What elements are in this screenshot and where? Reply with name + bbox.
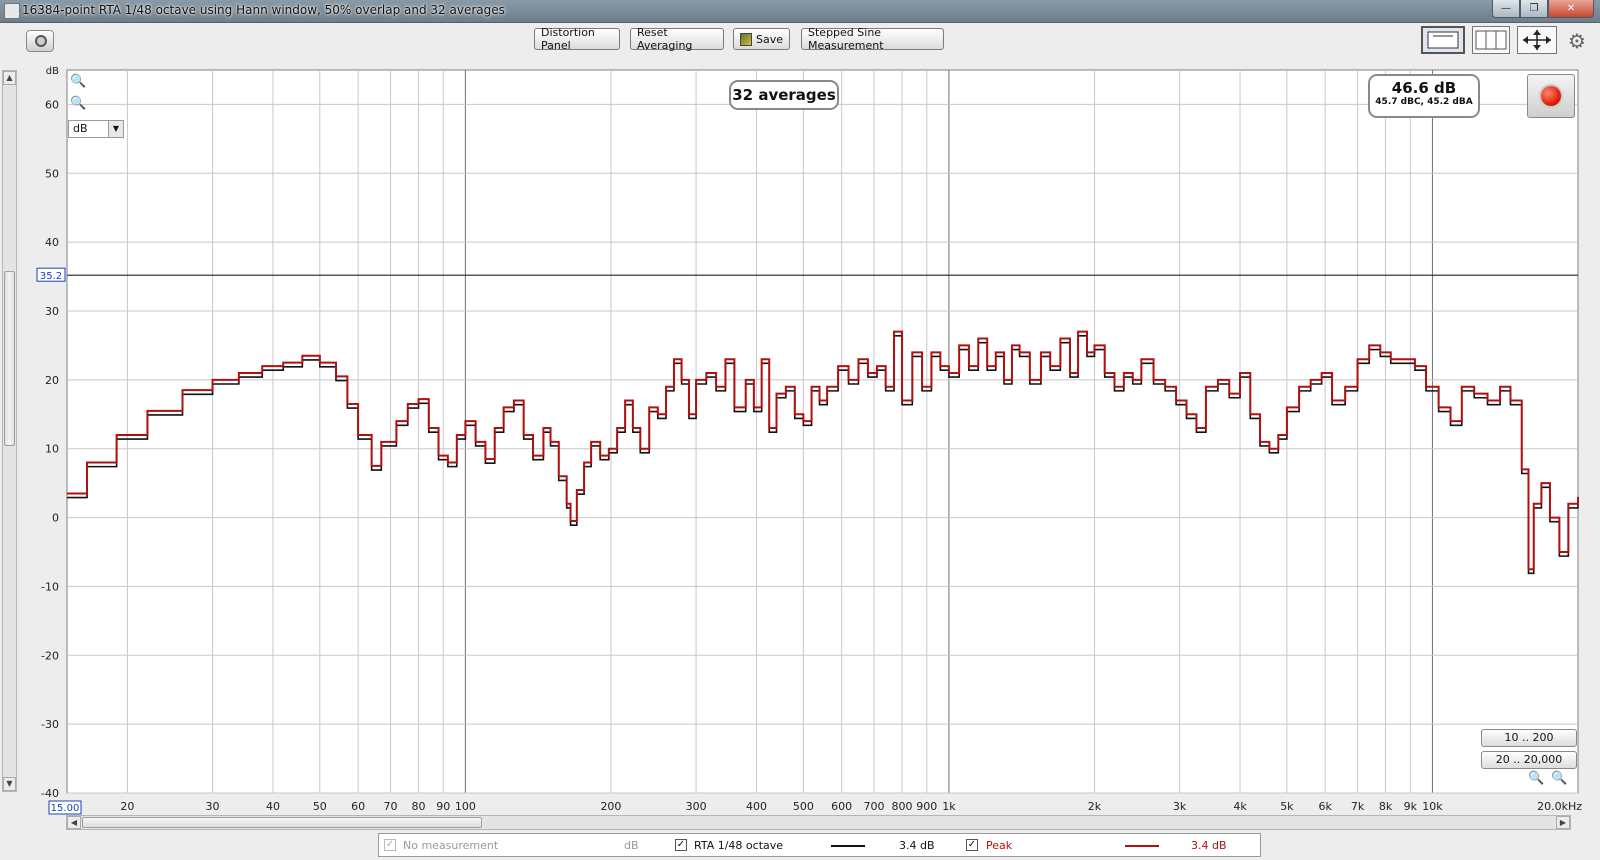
x-tick-label: 700	[864, 800, 885, 813]
legend-checkbox-rta[interactable]: ✓	[675, 839, 687, 851]
reset-averaging-button[interactable]: Reset Averaging	[630, 26, 724, 52]
y-tick-label: 40	[45, 236, 59, 249]
legend: ✓ No measurement dB ✓ RTA 1/48 octave 3.…	[378, 833, 1261, 857]
y-tick-label: 60	[45, 98, 59, 111]
x-tick-label: 8k	[1379, 800, 1393, 813]
zoom-in-icon-x[interactable]: 🔍	[1528, 771, 1544, 786]
unit-select[interactable]: dB ▼	[68, 120, 124, 138]
app-icon	[4, 3, 20, 19]
legend-checkbox-peak[interactable]: ✓	[966, 839, 978, 851]
columns-glyph	[1475, 30, 1507, 50]
x-tick-label: 9k	[1404, 800, 1418, 813]
x-tick-label: 100	[455, 800, 476, 813]
x-tick-label: 400	[746, 800, 767, 813]
gear-icon[interactable]: ⚙	[1568, 29, 1586, 53]
legend-value-rta: 3.4 dB	[899, 839, 935, 852]
single-layout-glyph	[1427, 31, 1459, 49]
save-icon	[740, 32, 752, 46]
minimize-button[interactable]: —	[1492, 0, 1520, 18]
x-tick-label: 500	[793, 800, 814, 813]
y-tick-label: -20	[41, 649, 59, 662]
zoom-out-icon-x[interactable]: 🔍	[1551, 771, 1567, 786]
y-tick-label: 10	[45, 443, 59, 456]
x-tick-label: 4k	[1233, 800, 1247, 813]
y-tick-label: 0	[52, 512, 59, 525]
fit-arrows-glyph	[1523, 30, 1551, 50]
x-tick-label: 60	[351, 800, 365, 813]
x-tick-label: 2k	[1088, 800, 1102, 813]
fit-arrows-icon[interactable]	[1517, 26, 1557, 54]
single-layout-icon[interactable]	[1421, 26, 1465, 54]
legend-label-rta: RTA 1/48 octave	[694, 839, 784, 852]
x-tick-label: 900	[916, 800, 937, 813]
x-tick-label: 5k	[1280, 800, 1294, 813]
y-tick-label: -40	[41, 787, 59, 800]
x-tick-label: 20	[120, 800, 134, 813]
legend-swatch-rta	[831, 845, 865, 847]
x-tick-label: 70	[383, 800, 397, 813]
x-tick-label: 10k	[1422, 800, 1443, 813]
x-tick-label: 7k	[1351, 800, 1365, 813]
y-tick-label: -10	[41, 580, 59, 593]
window-titlebar: 16384-point RTA 1/48 octave using Hann w…	[0, 0, 1600, 23]
legend-value-peak: 3.4 dB	[1191, 839, 1227, 852]
horizontal-scroll-thumb[interactable]	[82, 817, 482, 828]
window-title: 16384-point RTA 1/48 octave using Hann w…	[22, 3, 505, 17]
x-tick-label: 1k	[942, 800, 956, 813]
restore-button[interactable]: ❐	[1520, 0, 1548, 18]
range-20-20000-button[interactable]: 20 .. 20,000	[1481, 751, 1577, 769]
save-button[interactable]: Save	[733, 28, 790, 50]
rta-plot[interactable]: 6050403020100-10-20-30-40dB20 30 40 50 60 70 8…	[0, 60, 1600, 815]
distortion-panel-button[interactable]: Distortion Panel	[534, 26, 620, 52]
x-tick-label: 300	[686, 800, 707, 813]
window-controls: — ❐ ✕	[1492, 0, 1594, 18]
x-tick-label: 40	[266, 800, 280, 813]
zoom-out-icon[interactable]: 🔍	[70, 96, 86, 111]
y-tick-label: 50	[45, 167, 59, 180]
legend-label-none: No measurement	[403, 839, 499, 852]
x-tick-label: 200	[600, 800, 621, 813]
legend-checkbox-none[interactable]: ✓	[384, 839, 396, 851]
close-button[interactable]: ✕	[1548, 0, 1594, 18]
y-tick-label: 20	[45, 374, 59, 387]
x-tick-label: 90	[436, 800, 450, 813]
x-tick-label: 600	[831, 800, 852, 813]
x-tick-label: 3k	[1173, 800, 1187, 813]
scroll-right-icon[interactable]: ▶	[1556, 816, 1570, 829]
level-meter: 46.6 dB 45.7 dBC, 45.2 dBA	[1368, 74, 1480, 118]
level-sub: 45.7 dBC, 45.2 dBA	[1375, 97, 1473, 107]
record-icon	[1541, 86, 1561, 106]
plot-background	[66, 69, 1579, 794]
x-tick-label: 80	[412, 800, 426, 813]
x-start-value[interactable]: 15.00	[51, 803, 80, 814]
x-tick-label: 6k	[1318, 800, 1332, 813]
save-label: Save	[755, 32, 783, 46]
x-tick-label: 800	[892, 800, 913, 813]
level-main: 46.6 dB	[1391, 79, 1457, 97]
y-tick-label: 30	[45, 305, 59, 318]
chevron-down-icon: ▼	[108, 121, 123, 137]
legend-unit-none: dB	[624, 839, 639, 852]
averages-badge: 32 averages	[729, 80, 839, 110]
columns-icon[interactable]	[1472, 26, 1510, 54]
x-tick-label: 50	[313, 800, 327, 813]
camera-icon[interactable]	[26, 30, 54, 52]
record-button[interactable]	[1527, 74, 1575, 118]
scroll-left-icon[interactable]: ◀	[67, 816, 81, 829]
cursor-label[interactable]: 35.2	[40, 271, 62, 282]
unit-select-value: dB	[73, 122, 88, 135]
x-tick-label: 30	[206, 800, 220, 813]
zoom-in-icon[interactable]: 🔍	[70, 74, 86, 89]
toolbar: Distortion Panel Reset Averaging Save St…	[0, 23, 1600, 61]
x-tick-label: 20.0kHz	[1537, 800, 1582, 813]
legend-label-peak: Peak	[986, 839, 1013, 852]
legend-swatch-peak	[1125, 845, 1159, 847]
y-axis-label: dB	[46, 66, 59, 77]
stepped-sine-button[interactable]: Stepped Sine Measurement	[801, 26, 944, 52]
range-10-200-button[interactable]: 10 .. 200	[1481, 729, 1577, 747]
y-tick-label: -30	[41, 718, 59, 731]
horizontal-scrollbar[interactable]: ◀ ▶	[66, 815, 1571, 830]
